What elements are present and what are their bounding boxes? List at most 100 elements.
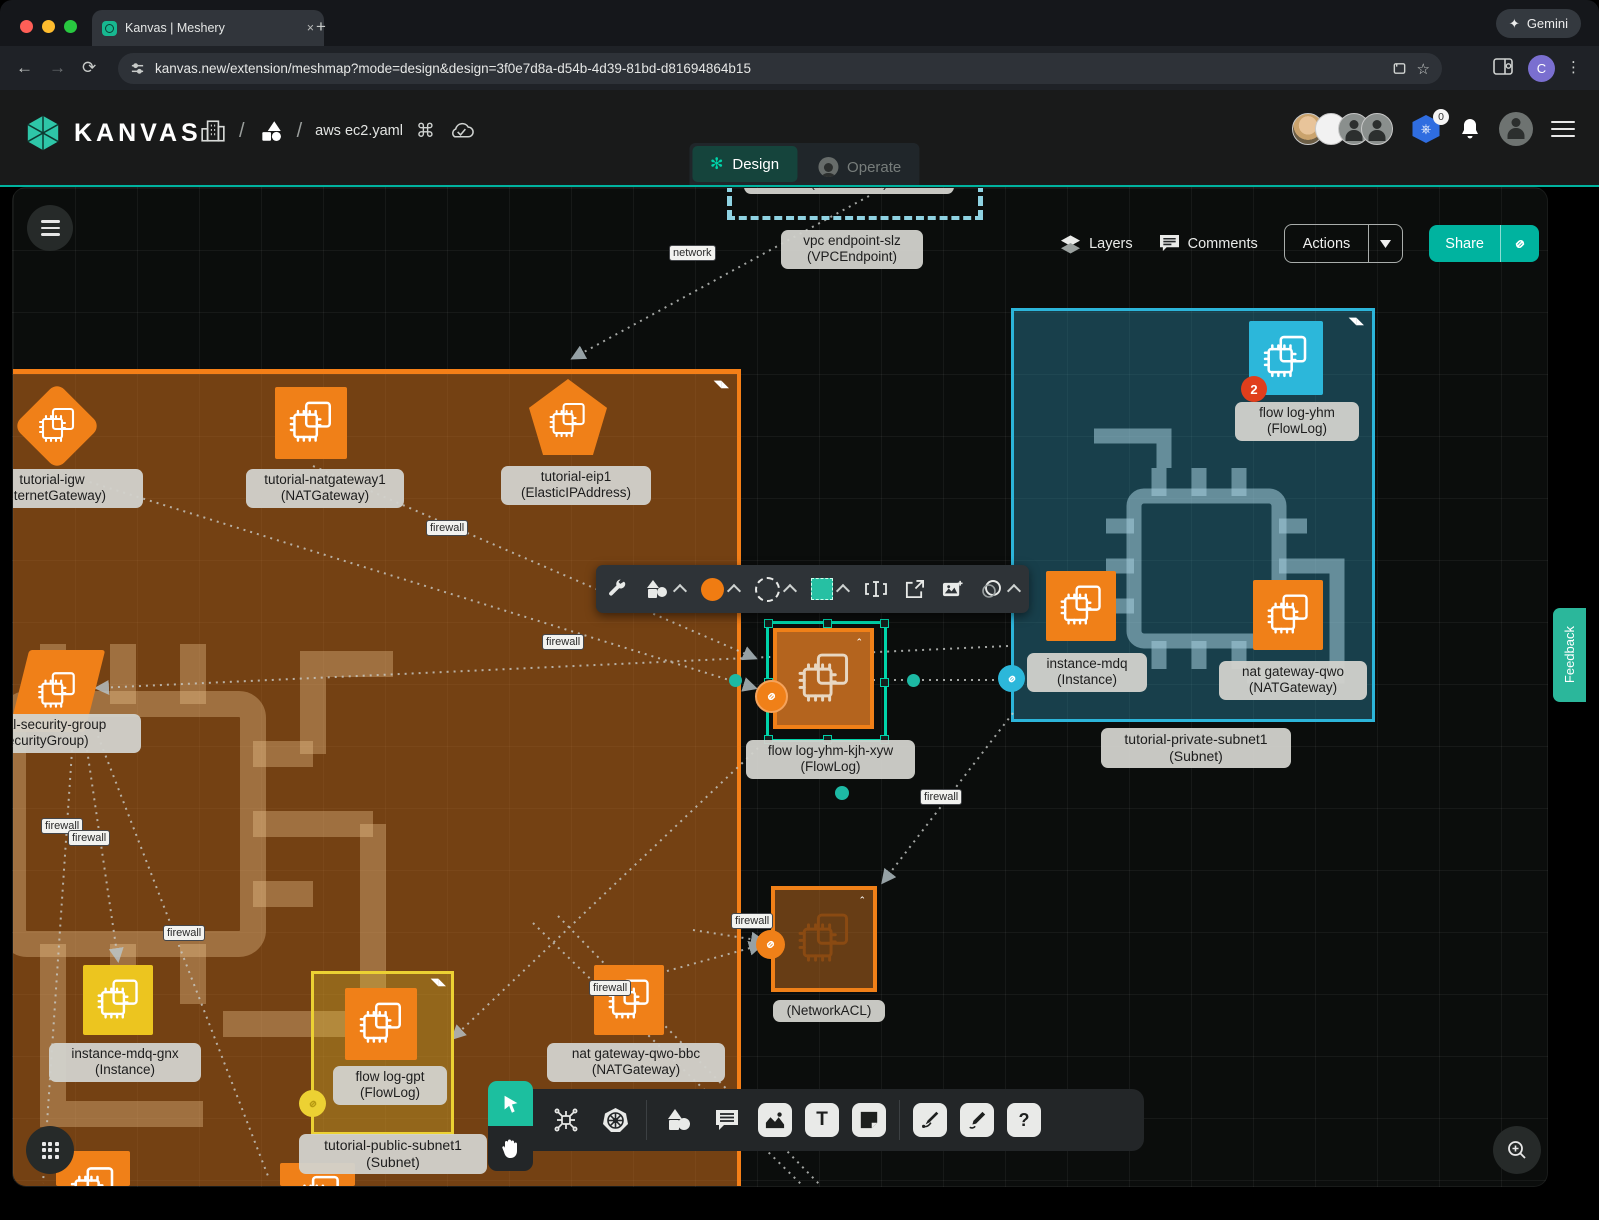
image-tool-button[interactable] <box>758 1103 792 1137</box>
close-tab-icon[interactable]: × <box>307 21 314 35</box>
collapse-icon[interactable]: ◥◣ <box>714 380 729 390</box>
node-flowlog-kjh-selection[interactable] <box>766 621 887 742</box>
components-tool-button[interactable] <box>548 1102 584 1138</box>
node-label-natgw-bbc[interactable]: nat gateway-qwo-bbc(NATGateway) <box>547 1043 725 1082</box>
canvas-menu-button[interactable] <box>27 205 73 251</box>
node-instance-mdq[interactable] <box>1046 571 1116 641</box>
copy-link-icon[interactable] <box>1500 225 1539 262</box>
edge-label-firewall[interactable]: firewall <box>589 980 631 996</box>
node-label-vpcendpoint[interactable]: vpc endpoint-slz(VPCEndpoint) <box>781 230 923 269</box>
designs-icon[interactable] <box>258 118 284 144</box>
collapse-icon[interactable]: ◥◣ <box>1349 317 1364 327</box>
link-badge[interactable] <box>755 680 788 713</box>
organization-icon[interactable] <box>200 118 226 144</box>
design-filename[interactable]: aws ec2.yaml <box>315 123 403 139</box>
save-image-tool-button[interactable] <box>941 579 964 600</box>
maximize-window-button[interactable] <box>64 20 77 33</box>
node-label-instance-mdq[interactable]: instance-mdq(Instance) <box>1027 653 1147 692</box>
kanvas-brand[interactable]: KANVAS <box>24 114 202 152</box>
apps-grid-button[interactable] <box>26 1126 74 1174</box>
actions-button[interactable]: Actions <box>1284 224 1404 263</box>
collaborator-avatars[interactable] <box>1301 113 1393 145</box>
chrome-menu-icon[interactable]: ⋮ <box>1566 58 1581 76</box>
sidepanel-search-icon[interactable] <box>1493 58 1513 76</box>
comment-tool-button[interactable] <box>709 1102 745 1138</box>
node-label-natgw1[interactable]: tutorial-natgateway1(NATGateway) <box>246 469 404 508</box>
reload-icon[interactable]: ⟳ <box>82 58 96 78</box>
node-instance-gnx[interactable] <box>83 965 153 1035</box>
node-label-igw[interactable]: tutorial-igw(InternetGateway) <box>12 469 143 508</box>
back-icon[interactable]: ← <box>16 58 33 78</box>
edge-label-firewall[interactable]: firewall <box>426 520 468 536</box>
note-tool-button[interactable] <box>852 1103 886 1137</box>
app-menu-icon[interactable] <box>1551 116 1575 142</box>
edge-label-firewall[interactable]: firewall <box>920 789 962 805</box>
edge-endpoint-dot[interactable] <box>729 674 742 687</box>
browser-tab[interactable]: Kanvas | Meshery × <box>92 10 324 46</box>
edge-endpoint-dot[interactable] <box>835 786 849 800</box>
minimize-window-button[interactable] <box>42 20 55 33</box>
user-profile-avatar[interactable] <box>1499 112 1533 146</box>
new-tab-button[interactable]: + <box>316 18 326 35</box>
comments-button[interactable]: Comments <box>1159 234 1258 253</box>
node-nat-gateway-1[interactable] <box>275 387 347 459</box>
fill-style-tool-button[interactable] <box>811 578 848 600</box>
tab-design[interactable]: ✻ Design <box>692 146 797 182</box>
close-window-button[interactable] <box>20 20 33 33</box>
node-label-networkacl[interactable]: (NetworkACL) <box>773 1000 885 1022</box>
notifications-bell-icon[interactable] <box>1459 117 1481 141</box>
node-label-instance-gnx[interactable]: instance-mdq-gnx(Instance) <box>49 1043 201 1082</box>
edge-label-firewall[interactable]: firewall <box>731 913 773 929</box>
count-badge[interactable]: 2 <box>1241 376 1267 402</box>
command-shortcut-icon[interactable]: ⌘ <box>416 120 435 143</box>
link-badge[interactable] <box>998 665 1025 692</box>
help-tool-button[interactable]: ? <box>1007 1103 1041 1137</box>
shapes-tool-button[interactable] <box>644 578 685 600</box>
edge-label-firewall[interactable]: firewall <box>68 830 110 846</box>
kubernetes-context-button[interactable]: ⎈ 0 <box>1411 115 1441 143</box>
node-label-natgw-qwo[interactable]: nat gateway-qwo(NATGateway) <box>1219 661 1367 700</box>
link-badge[interactable] <box>299 1090 326 1117</box>
node-label-public-subnet[interactable]: tutorial-public-subnet1(Subnet) <box>299 1134 487 1174</box>
edge-label-firewall[interactable]: firewall <box>542 634 584 650</box>
edge-label-network[interactable]: network <box>669 245 716 261</box>
node-internet-gateway[interactable] <box>15 384 99 468</box>
freehand-draw-tool-button[interactable] <box>960 1103 994 1137</box>
node-label-flowlog-kjh[interactable]: flow log-yhm-kjh-xyw(FlowLog) <box>746 740 915 779</box>
collaborator-avatar[interactable] <box>1361 113 1393 145</box>
configure-tool-button[interactable] <box>606 578 628 600</box>
url-bar[interactable]: kanvas.new/extension/meshmap?mode=design… <box>118 53 1442 84</box>
group-tool-button[interactable] <box>980 578 1019 600</box>
pan-tool-button[interactable] <box>488 1126 533 1171</box>
edge-endpoint-dot[interactable] <box>907 674 920 687</box>
node-flowlog-gpt[interactable] <box>345 988 417 1060</box>
design-canvas[interactable]: ◥◣ ◥◣ <box>12 187 1548 1187</box>
node-label-flowlog-gpt[interactable]: flow log-gpt(FlowLog) <box>333 1066 447 1105</box>
link-badge[interactable] <box>756 930 785 959</box>
node-nat-gateway-qwo[interactable] <box>1253 580 1323 650</box>
site-settings-icon[interactable] <box>130 61 145 76</box>
node-label-security-group[interactable]: tutorial-security-group(SecurityGroup) <box>12 714 141 753</box>
open-source-tool-button[interactable] <box>904 579 925 600</box>
node-label-private-subnet[interactable]: tutorial-private-subnet1(Subnet) <box>1101 728 1291 768</box>
collapse-icon[interactable]: ◥◣ <box>431 978 446 988</box>
zoom-search-button[interactable] <box>1493 1126 1541 1174</box>
node-network-acl[interactable]: ⌃ <box>771 886 877 992</box>
node-label-routetable[interactable]: (RouteTable) <box>744 187 954 194</box>
save-icon[interactable] <box>1392 61 1407 76</box>
edge-label-firewall[interactable]: firewall <box>163 925 205 941</box>
tab-operate[interactable]: Operate <box>800 149 919 185</box>
shapes-tool-button[interactable] <box>660 1102 696 1138</box>
feedback-tab[interactable]: Feedback <box>1553 608 1586 702</box>
kubernetes-tool-button[interactable] <box>597 1102 633 1138</box>
forward-icon[interactable]: → <box>49 58 66 78</box>
edge-draw-tool-button[interactable] <box>913 1103 947 1137</box>
gemini-button[interactable]: ✦ Gemini <box>1496 9 1581 38</box>
layers-button[interactable]: Layers <box>1060 234 1133 254</box>
expand-icon[interactable]: ⌃ <box>858 895 867 906</box>
actions-dropdown-icon[interactable] <box>1368 225 1402 262</box>
border-style-tool-button[interactable] <box>755 577 795 602</box>
node-label-eip1[interactable]: tutorial-eip1(ElasticIPAddress) <box>501 466 651 505</box>
node-label-flowlog-yhm[interactable]: flow log-yhm(FlowLog) <box>1235 402 1359 441</box>
share-button[interactable]: Share <box>1429 225 1539 262</box>
